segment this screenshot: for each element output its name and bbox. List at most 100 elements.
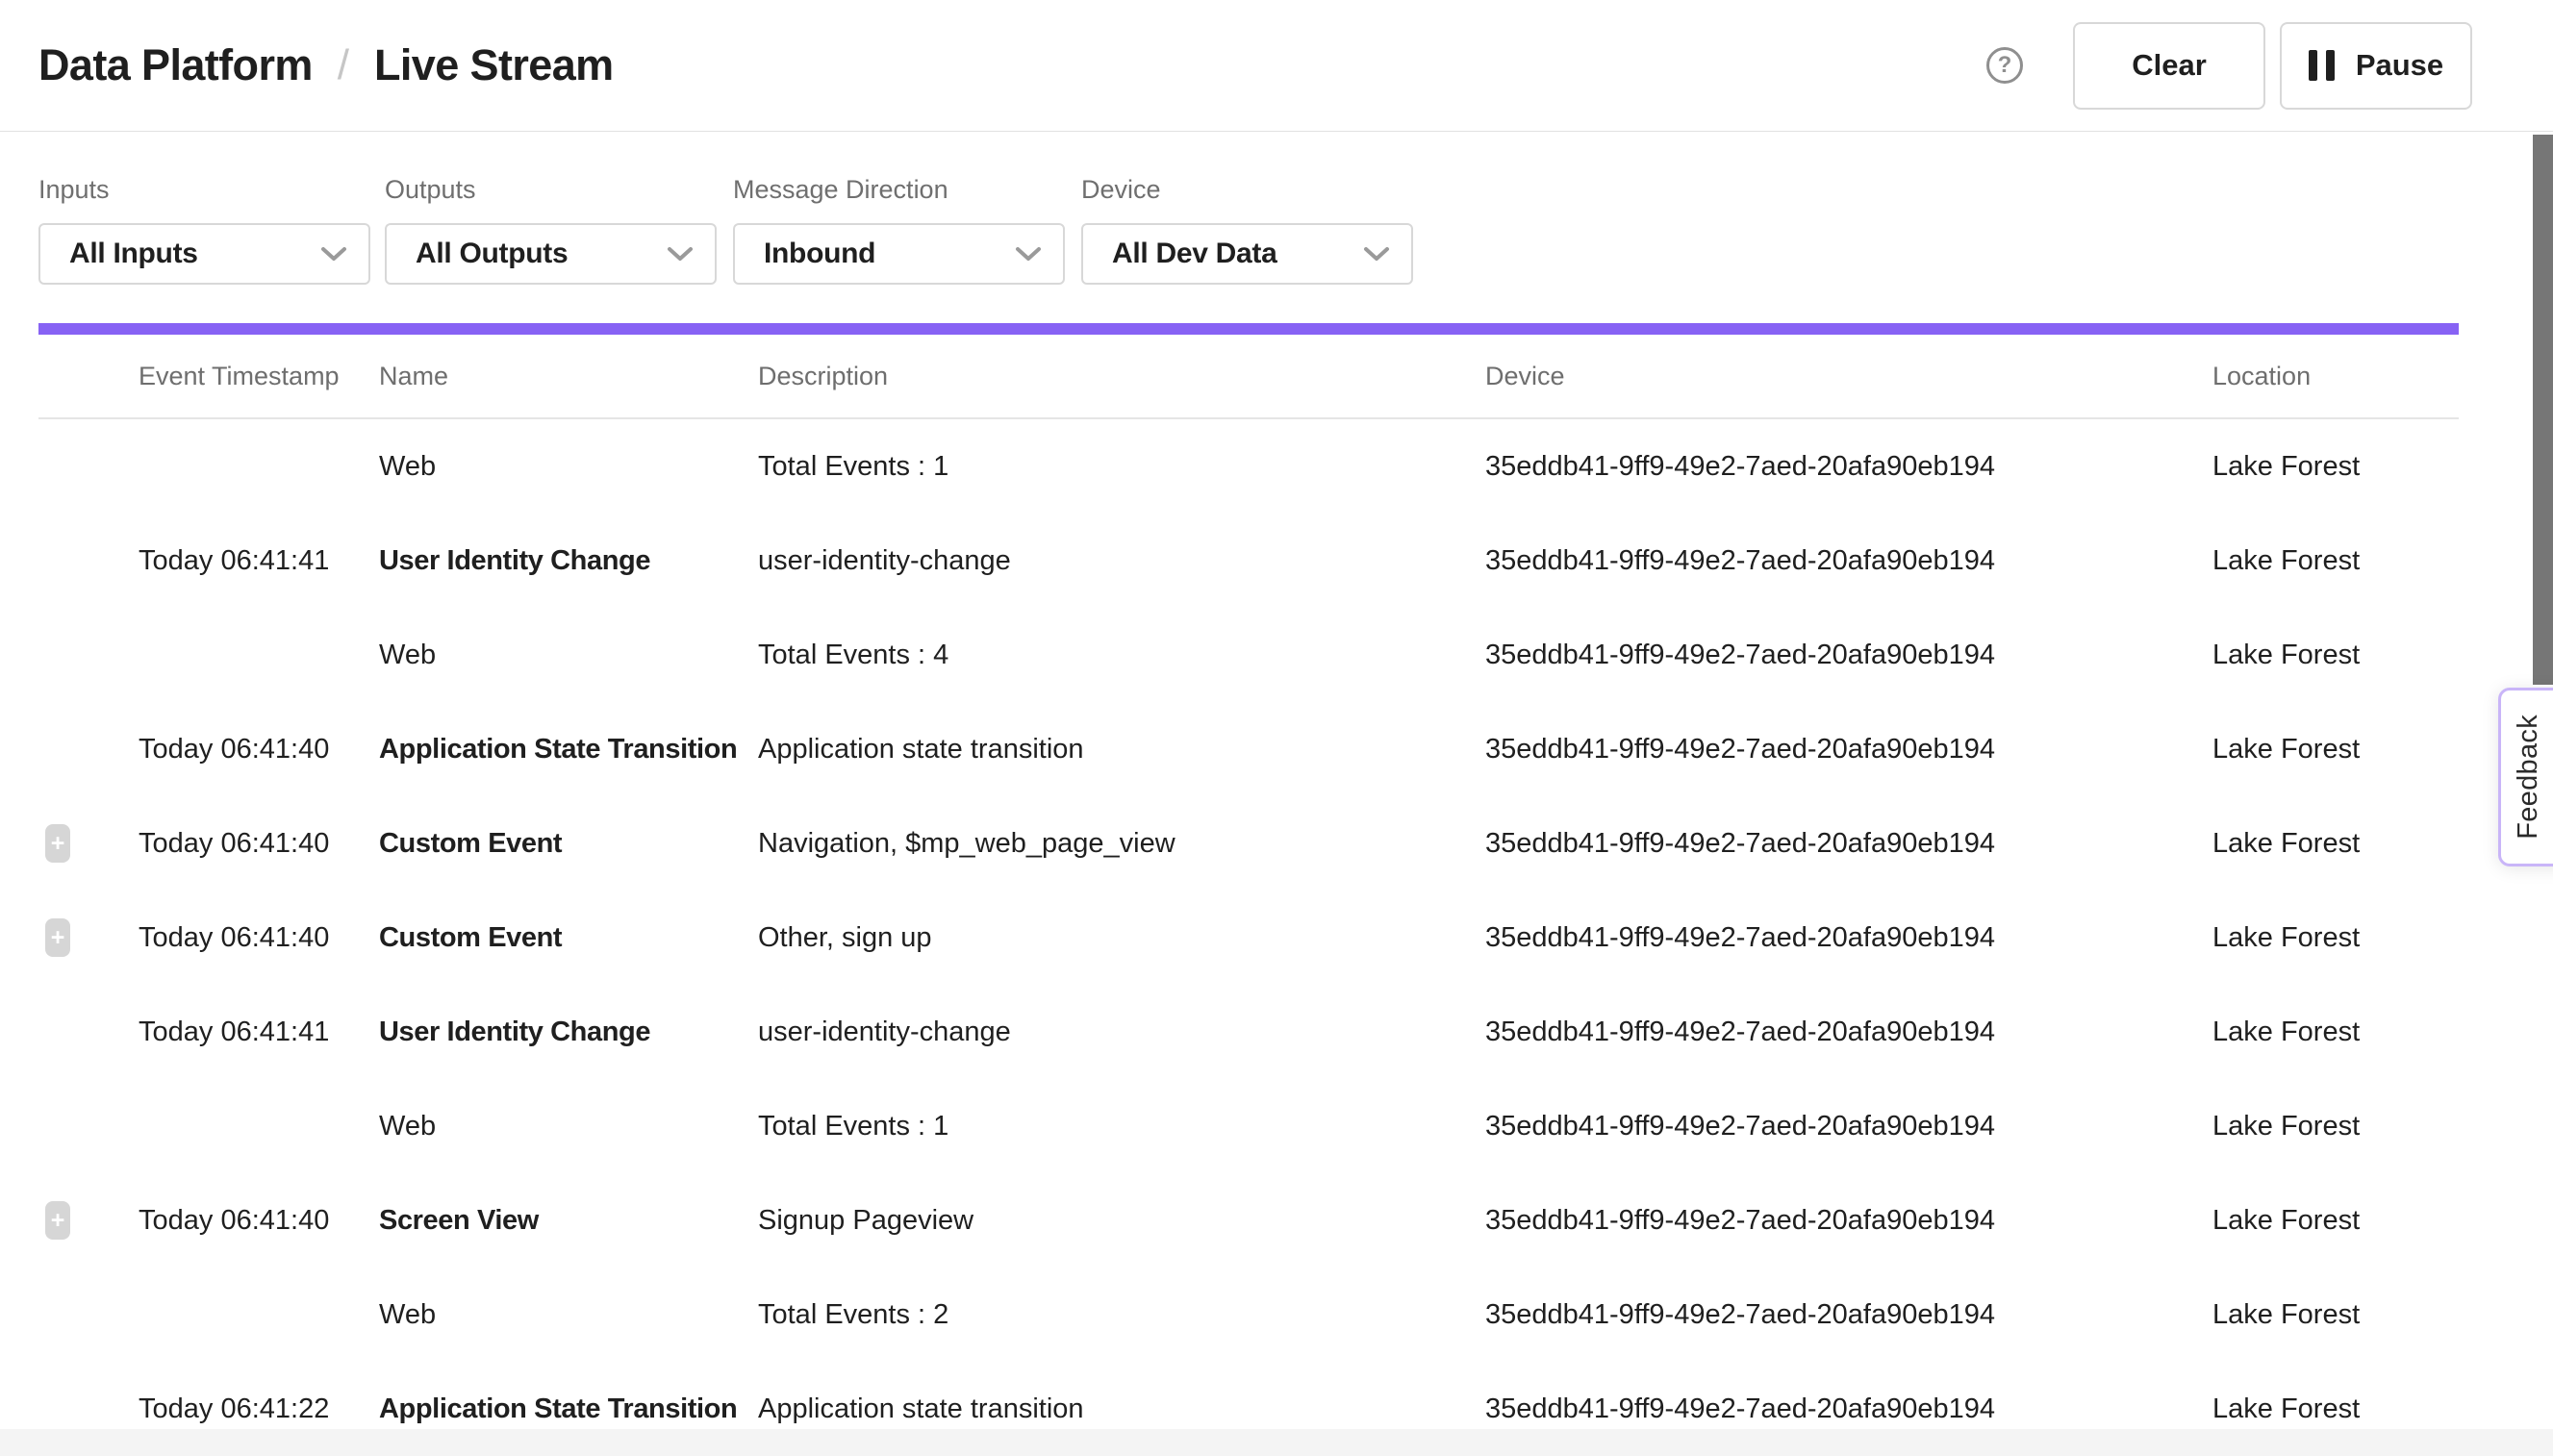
event-description: Total Events : 1 <box>758 451 1485 483</box>
event-name: Screen View <box>379 1205 758 1237</box>
page-title: Live Stream <box>374 40 614 90</box>
column-header-location: Location <box>2212 362 2459 391</box>
table-row[interactable]: + Today 06:41:40 Custom Event Navigation… <box>0 796 2553 891</box>
device-dropdown[interactable]: All Dev Data <box>1081 223 1413 285</box>
table-row[interactable]: + Today 06:41:41 User Identity Change us… <box>0 985 2553 1079</box>
table-row[interactable]: + Today 06:41:40 Application State Trans… <box>0 702 2553 796</box>
pause-button[interactable]: Pause <box>2280 22 2472 110</box>
table-row[interactable]: + Web Total Events : 1 35eddb41-9ff9-49e… <box>0 1079 2553 1173</box>
event-name: Custom Event <box>379 922 758 954</box>
pause-icon <box>2309 50 2335 81</box>
event-name: Application State Transition <box>379 734 758 766</box>
table-row[interactable]: + Today 06:41:40 Custom Event Other, sig… <box>0 891 2553 985</box>
event-name: Web <box>379 640 758 671</box>
filter-inputs: Inputs All Inputs <box>38 175 370 285</box>
event-location: Lake Forest <box>2212 1299 2553 1331</box>
filter-message-direction: Message Direction Inbound <box>733 175 1065 285</box>
event-description: user-identity-change <box>758 545 1485 577</box>
event-timestamp: Today 06:41:40 <box>139 922 379 954</box>
breadcrumb-data-platform[interactable]: Data Platform <box>38 40 313 90</box>
pause-button-label: Pause <box>2356 48 2443 83</box>
chevron-down-icon <box>667 245 694 263</box>
table-row[interactable]: + Today 06:41:22 Application State Trans… <box>0 1362 2553 1456</box>
column-header-device: Device <box>1485 362 2212 391</box>
event-device-id: 35eddb41-9ff9-49e2-7aed-20afa90eb194 <box>1485 640 2212 671</box>
live-stream-accent-bar <box>38 323 2459 335</box>
message-direction-dropdown[interactable]: Inbound <box>733 223 1065 285</box>
event-timestamp: Today 06:41:40 <box>139 734 379 766</box>
event-description: user-identity-change <box>758 1017 1485 1048</box>
event-device-id: 35eddb41-9ff9-49e2-7aed-20afa90eb194 <box>1485 1017 2212 1048</box>
clear-button[interactable]: Clear <box>2073 22 2265 110</box>
event-timestamp: Today 06:41:41 <box>139 545 379 577</box>
event-description: Application state transition <box>758 1393 1485 1425</box>
event-name: Web <box>379 1111 758 1142</box>
event-description: Total Events : 4 <box>758 640 1485 671</box>
event-description: Application state transition <box>758 734 1485 766</box>
event-description: Total Events : 2 <box>758 1299 1485 1331</box>
device-dropdown-value: All Dev Data <box>1112 238 1276 270</box>
event-name: Web <box>379 1299 758 1331</box>
outputs-dropdown[interactable]: All Outputs <box>385 223 717 285</box>
filter-outputs-label: Outputs <box>385 175 717 205</box>
breadcrumb: Data Platform / Live Stream <box>38 40 614 90</box>
help-icon[interactable]: ? <box>1986 47 2023 84</box>
filter-device-label: Device <box>1081 175 1413 205</box>
filter-bar: Inputs All Inputs Outputs All Outputs Me… <box>0 132 2553 285</box>
event-description: Total Events : 1 <box>758 1111 1485 1142</box>
filter-outputs: Outputs All Outputs <box>385 175 717 285</box>
table-row[interactable]: + Today 06:41:41 User Identity Change us… <box>0 514 2553 608</box>
clear-button-label: Clear <box>2132 48 2207 83</box>
column-header-name: Name <box>379 362 758 391</box>
event-device-id: 35eddb41-9ff9-49e2-7aed-20afa90eb194 <box>1485 1111 2212 1142</box>
event-timestamp: Today 06:41:40 <box>139 1205 379 1237</box>
event-timestamp: Today 06:41:40 <box>139 828 379 860</box>
event-device-id: 35eddb41-9ff9-49e2-7aed-20afa90eb194 <box>1485 545 2212 577</box>
event-device-id: 35eddb41-9ff9-49e2-7aed-20afa90eb194 <box>1485 1205 2212 1237</box>
event-device-id: 35eddb41-9ff9-49e2-7aed-20afa90eb194 <box>1485 734 2212 766</box>
event-location: Lake Forest <box>2212 451 2553 483</box>
expand-plus-icon[interactable]: + <box>45 824 70 863</box>
event-device-id: 35eddb41-9ff9-49e2-7aed-20afa90eb194 <box>1485 451 2212 483</box>
filter-device: Device All Dev Data <box>1081 175 1413 285</box>
event-location: Lake Forest <box>2212 545 2553 577</box>
column-header-event-timestamp: Event Timestamp <box>139 362 379 391</box>
event-location: Lake Forest <box>2212 1111 2553 1142</box>
event-name: User Identity Change <box>379 1017 758 1048</box>
outputs-dropdown-value: All Outputs <box>416 238 568 270</box>
event-device-id: 35eddb41-9ff9-49e2-7aed-20afa90eb194 <box>1485 922 2212 954</box>
event-timestamp: Today 06:41:41 <box>139 1017 379 1048</box>
event-location: Lake Forest <box>2212 640 2553 671</box>
event-name: Custom Event <box>379 828 758 860</box>
expand-plus-icon[interactable]: + <box>45 918 70 957</box>
expand-plus-icon[interactable]: + <box>45 1201 70 1240</box>
chevron-down-icon <box>1363 245 1390 263</box>
inputs-dropdown[interactable]: All Inputs <box>38 223 370 285</box>
table-row[interactable]: + Web Total Events : 2 35eddb41-9ff9-49e… <box>0 1268 2553 1362</box>
event-device-id: 35eddb41-9ff9-49e2-7aed-20afa90eb194 <box>1485 1299 2212 1331</box>
event-location: Lake Forest <box>2212 922 2553 954</box>
table-row[interactable]: + Web Total Events : 1 35eddb41-9ff9-49e… <box>0 419 2553 514</box>
vertical-scrollbar-thumb[interactable] <box>2533 135 2553 685</box>
table-row[interactable]: + Web Total Events : 4 35eddb41-9ff9-49e… <box>0 608 2553 702</box>
column-header-description: Description <box>758 362 1485 391</box>
event-description: Navigation, $mp_web_page_view <box>758 828 1485 860</box>
event-description: Other, sign up <box>758 922 1485 954</box>
table-header-row: Event Timestamp Name Description Device … <box>38 335 2459 419</box>
event-table-body: + Web Total Events : 1 35eddb41-9ff9-49e… <box>0 419 2553 1456</box>
inputs-dropdown-value: All Inputs <box>69 238 198 270</box>
breadcrumb-separator: / <box>338 41 349 89</box>
event-device-id: 35eddb41-9ff9-49e2-7aed-20afa90eb194 <box>1485 1393 2212 1425</box>
feedback-tab-label: Feedback <box>2513 715 2544 840</box>
filter-message-direction-label: Message Direction <box>733 175 1065 205</box>
event-device-id: 35eddb41-9ff9-49e2-7aed-20afa90eb194 <box>1485 828 2212 860</box>
event-name: Application State Transition <box>379 1393 758 1425</box>
event-name: User Identity Change <box>379 545 758 577</box>
table-row[interactable]: + Today 06:41:40 Screen View Signup Page… <box>0 1173 2553 1268</box>
event-timestamp: Today 06:41:22 <box>139 1393 379 1425</box>
event-location: Lake Forest <box>2212 1393 2553 1425</box>
chevron-down-icon <box>1015 245 1042 263</box>
header-actions: ? Clear Pause <box>1986 22 2472 110</box>
feedback-tab[interactable]: Feedback <box>2498 688 2553 866</box>
event-location: Lake Forest <box>2212 1205 2553 1237</box>
